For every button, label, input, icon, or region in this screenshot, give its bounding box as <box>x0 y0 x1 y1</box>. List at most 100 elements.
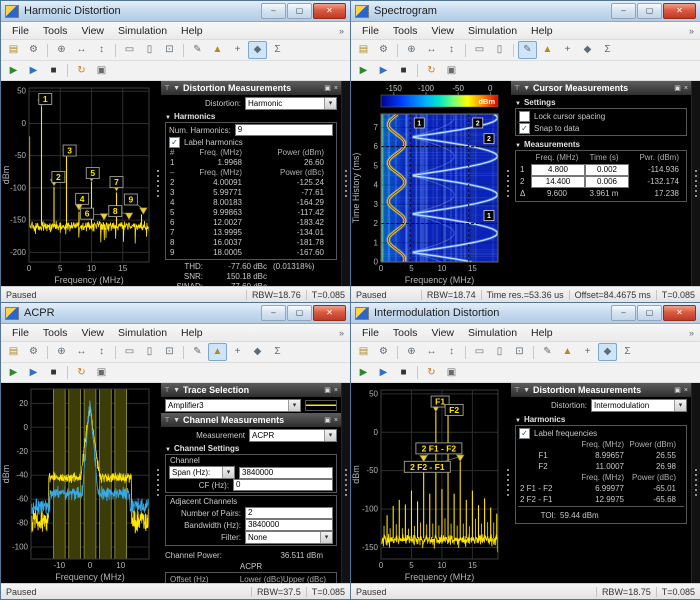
menu-overflow-icon[interactable]: » <box>339 26 346 36</box>
cursor-measurements-button[interactable]: + <box>228 343 247 361</box>
panel-pin-icon[interactable]: ⊤ <box>164 386 170 394</box>
print-button[interactable]: ▤ <box>354 343 373 361</box>
harmonic-spectrum-plot[interactable]: 0 5 10 15 50 0 -50 -100 -150 -200 Frequency (MHz) d… <box>1 81 155 286</box>
menu-overflow-icon[interactable]: » <box>689 26 696 36</box>
settings-button[interactable]: ⚙ <box>374 343 393 361</box>
panel-collapse-icon[interactable]: ▼ <box>523 85 530 92</box>
panel-close-button[interactable]: × <box>684 85 688 92</box>
step-forward-button[interactable]: ▶ <box>24 62 43 80</box>
bandwidth-input[interactable]: 3840000 <box>245 519 333 531</box>
panel-dock-button[interactable]: ▣ <box>674 84 681 92</box>
dock-strip[interactable] <box>341 383 350 583</box>
signal-trace-button[interactable]: ✎ <box>538 343 557 361</box>
zoom-y-button[interactable]: ↕ <box>442 41 461 59</box>
panel-pin-icon[interactable]: ⊤ <box>514 386 520 394</box>
snapshot-button[interactable]: ▣ <box>442 364 461 382</box>
channel-settings-section-header[interactable]: ▼ Channel Settings <box>161 442 341 454</box>
peak-finder-button[interactable]: ▲ <box>208 41 227 59</box>
distortion-measurements-button[interactable]: ◆ <box>598 343 617 361</box>
panel-pin-icon[interactable]: ⊤ <box>514 84 520 92</box>
panel-close-button[interactable]: × <box>334 85 338 92</box>
maximize-button[interactable]: ▢ <box>287 3 312 19</box>
signal-trace-button[interactable]: ✎ <box>188 343 207 361</box>
span-input[interactable]: 3840000 <box>239 466 333 479</box>
menu-tools[interactable]: Tools <box>386 24 425 38</box>
menu-help[interactable]: Help <box>174 24 210 38</box>
span-x-button[interactable]: ▭ <box>120 343 139 361</box>
stats-button[interactable]: Σ <box>268 41 287 59</box>
cursor2-freq-input[interactable]: 14.400 <box>531 176 585 188</box>
menu-overflow-icon[interactable]: » <box>339 328 346 338</box>
maximize-button[interactable]: ▢ <box>637 305 662 321</box>
span-y-button[interactable]: ▯ <box>140 343 159 361</box>
pairs-input[interactable]: 2 <box>245 507 333 519</box>
minimize-button[interactable]: – <box>611 305 636 321</box>
maximize-button[interactable]: ▢ <box>637 3 662 19</box>
snapshot-button[interactable]: ▣ <box>442 62 461 80</box>
zoom-in-button[interactable]: ⊕ <box>402 343 421 361</box>
panel-close-button[interactable]: × <box>334 417 338 424</box>
panel-dock-button[interactable]: ▣ <box>324 416 331 424</box>
stop-button[interactable]: ■ <box>394 364 413 382</box>
panel-close-button[interactable]: × <box>334 387 338 394</box>
menu-simulation[interactable]: Simulation <box>461 326 524 340</box>
panel-dock-button[interactable]: ▣ <box>324 386 331 394</box>
run-button[interactable]: ▶ <box>4 364 23 382</box>
simulate-source-button[interactable]: ↻ <box>422 364 441 382</box>
peak-finder-button[interactable]: ▲ <box>538 41 557 59</box>
distortion-measurements-button[interactable]: ◆ <box>578 41 597 59</box>
cursor1-freq-input[interactable]: 4.800 <box>531 164 585 176</box>
panel-dock-button[interactable]: ▣ <box>324 84 331 92</box>
stop-button[interactable]: ■ <box>394 62 413 80</box>
menu-simulation[interactable]: Simulation <box>111 326 174 340</box>
zoom-in-button[interactable]: ⊕ <box>52 343 71 361</box>
cursor1-time-input[interactable]: 0.002 <box>585 164 629 176</box>
stop-button[interactable]: ■ <box>44 62 63 80</box>
signal-trace-button[interactable]: ✎ <box>188 41 207 59</box>
measurements-section-header[interactable]: ▼ Measurements <box>511 138 691 150</box>
zoom-in-button[interactable]: ⊕ <box>402 41 421 59</box>
print-button[interactable]: ▤ <box>4 41 23 59</box>
zoom-y-button[interactable]: ↕ <box>92 343 111 361</box>
run-button[interactable]: ▶ <box>354 364 373 382</box>
lock-cursor-spacing-checkbox[interactable] <box>519 110 530 122</box>
stop-button[interactable]: ■ <box>44 364 63 382</box>
imd-spectrum-plot[interactable]: 0 5 10 15 50 0 -50 -100 -150 Frequency (MHz) dBm F1… <box>351 383 505 583</box>
close-button[interactable]: ✕ <box>663 305 696 321</box>
trace-selection-dropdown[interactable]: Amplifier3 ▾ <box>165 399 301 412</box>
zoom-y-button[interactable]: ↕ <box>442 343 461 361</box>
menu-file[interactable]: File <box>5 24 36 38</box>
peak-finder-button[interactable]: ▲ <box>558 343 577 361</box>
distortion-type-dropdown[interactable]: Harmonic ▾ <box>245 96 337 110</box>
zoom-x-button[interactable]: ↔ <box>72 41 91 59</box>
simulate-source-button[interactable]: ↻ <box>72 364 91 382</box>
settings-section-header[interactable]: ▼ Settings <box>511 96 691 108</box>
dock-strip[interactable] <box>341 81 350 286</box>
dock-strip[interactable] <box>691 81 700 286</box>
panel-collapse-icon[interactable]: ▼ <box>173 387 180 394</box>
minimize-button[interactable]: – <box>611 3 636 19</box>
menu-help[interactable]: Help <box>524 24 560 38</box>
run-button[interactable]: ▶ <box>354 62 373 80</box>
panel-dock-button[interactable]: ▣ <box>674 386 681 394</box>
fit-view-button[interactable]: ⊡ <box>510 343 529 361</box>
num-harmonics-input[interactable]: 9 <box>234 124 333 136</box>
simulate-source-button[interactable]: ↻ <box>72 62 91 80</box>
titlebar[interactable]: ACPR – ▢ ✕ <box>1 303 350 324</box>
snapshot-button[interactable]: ▣ <box>92 364 111 382</box>
cf-input[interactable]: 0 <box>233 479 333 491</box>
zoom-x-button[interactable]: ↔ <box>422 41 441 59</box>
zoom-in-button[interactable]: ⊕ <box>52 41 71 59</box>
fit-view-button[interactable]: ⊡ <box>160 41 179 59</box>
settings-button[interactable]: ⚙ <box>374 41 393 59</box>
maximize-button[interactable]: ▢ <box>287 305 312 321</box>
channel-measurements-button[interactable]: ▲ <box>208 343 227 361</box>
panel-collapse-icon[interactable]: ▼ <box>173 85 180 92</box>
panel-pin-icon[interactable]: ⊤ <box>164 84 170 92</box>
zoom-x-button[interactable]: ↔ <box>72 343 91 361</box>
span-y-button[interactable]: ▯ <box>140 41 159 59</box>
close-button[interactable]: ✕ <box>313 305 346 321</box>
measurement-dropdown[interactable]: ACPR ▾ <box>249 428 337 442</box>
panel-collapse-icon[interactable]: ▼ <box>173 417 180 424</box>
label-frequencies-checkbox[interactable]: ✓ <box>519 427 530 439</box>
